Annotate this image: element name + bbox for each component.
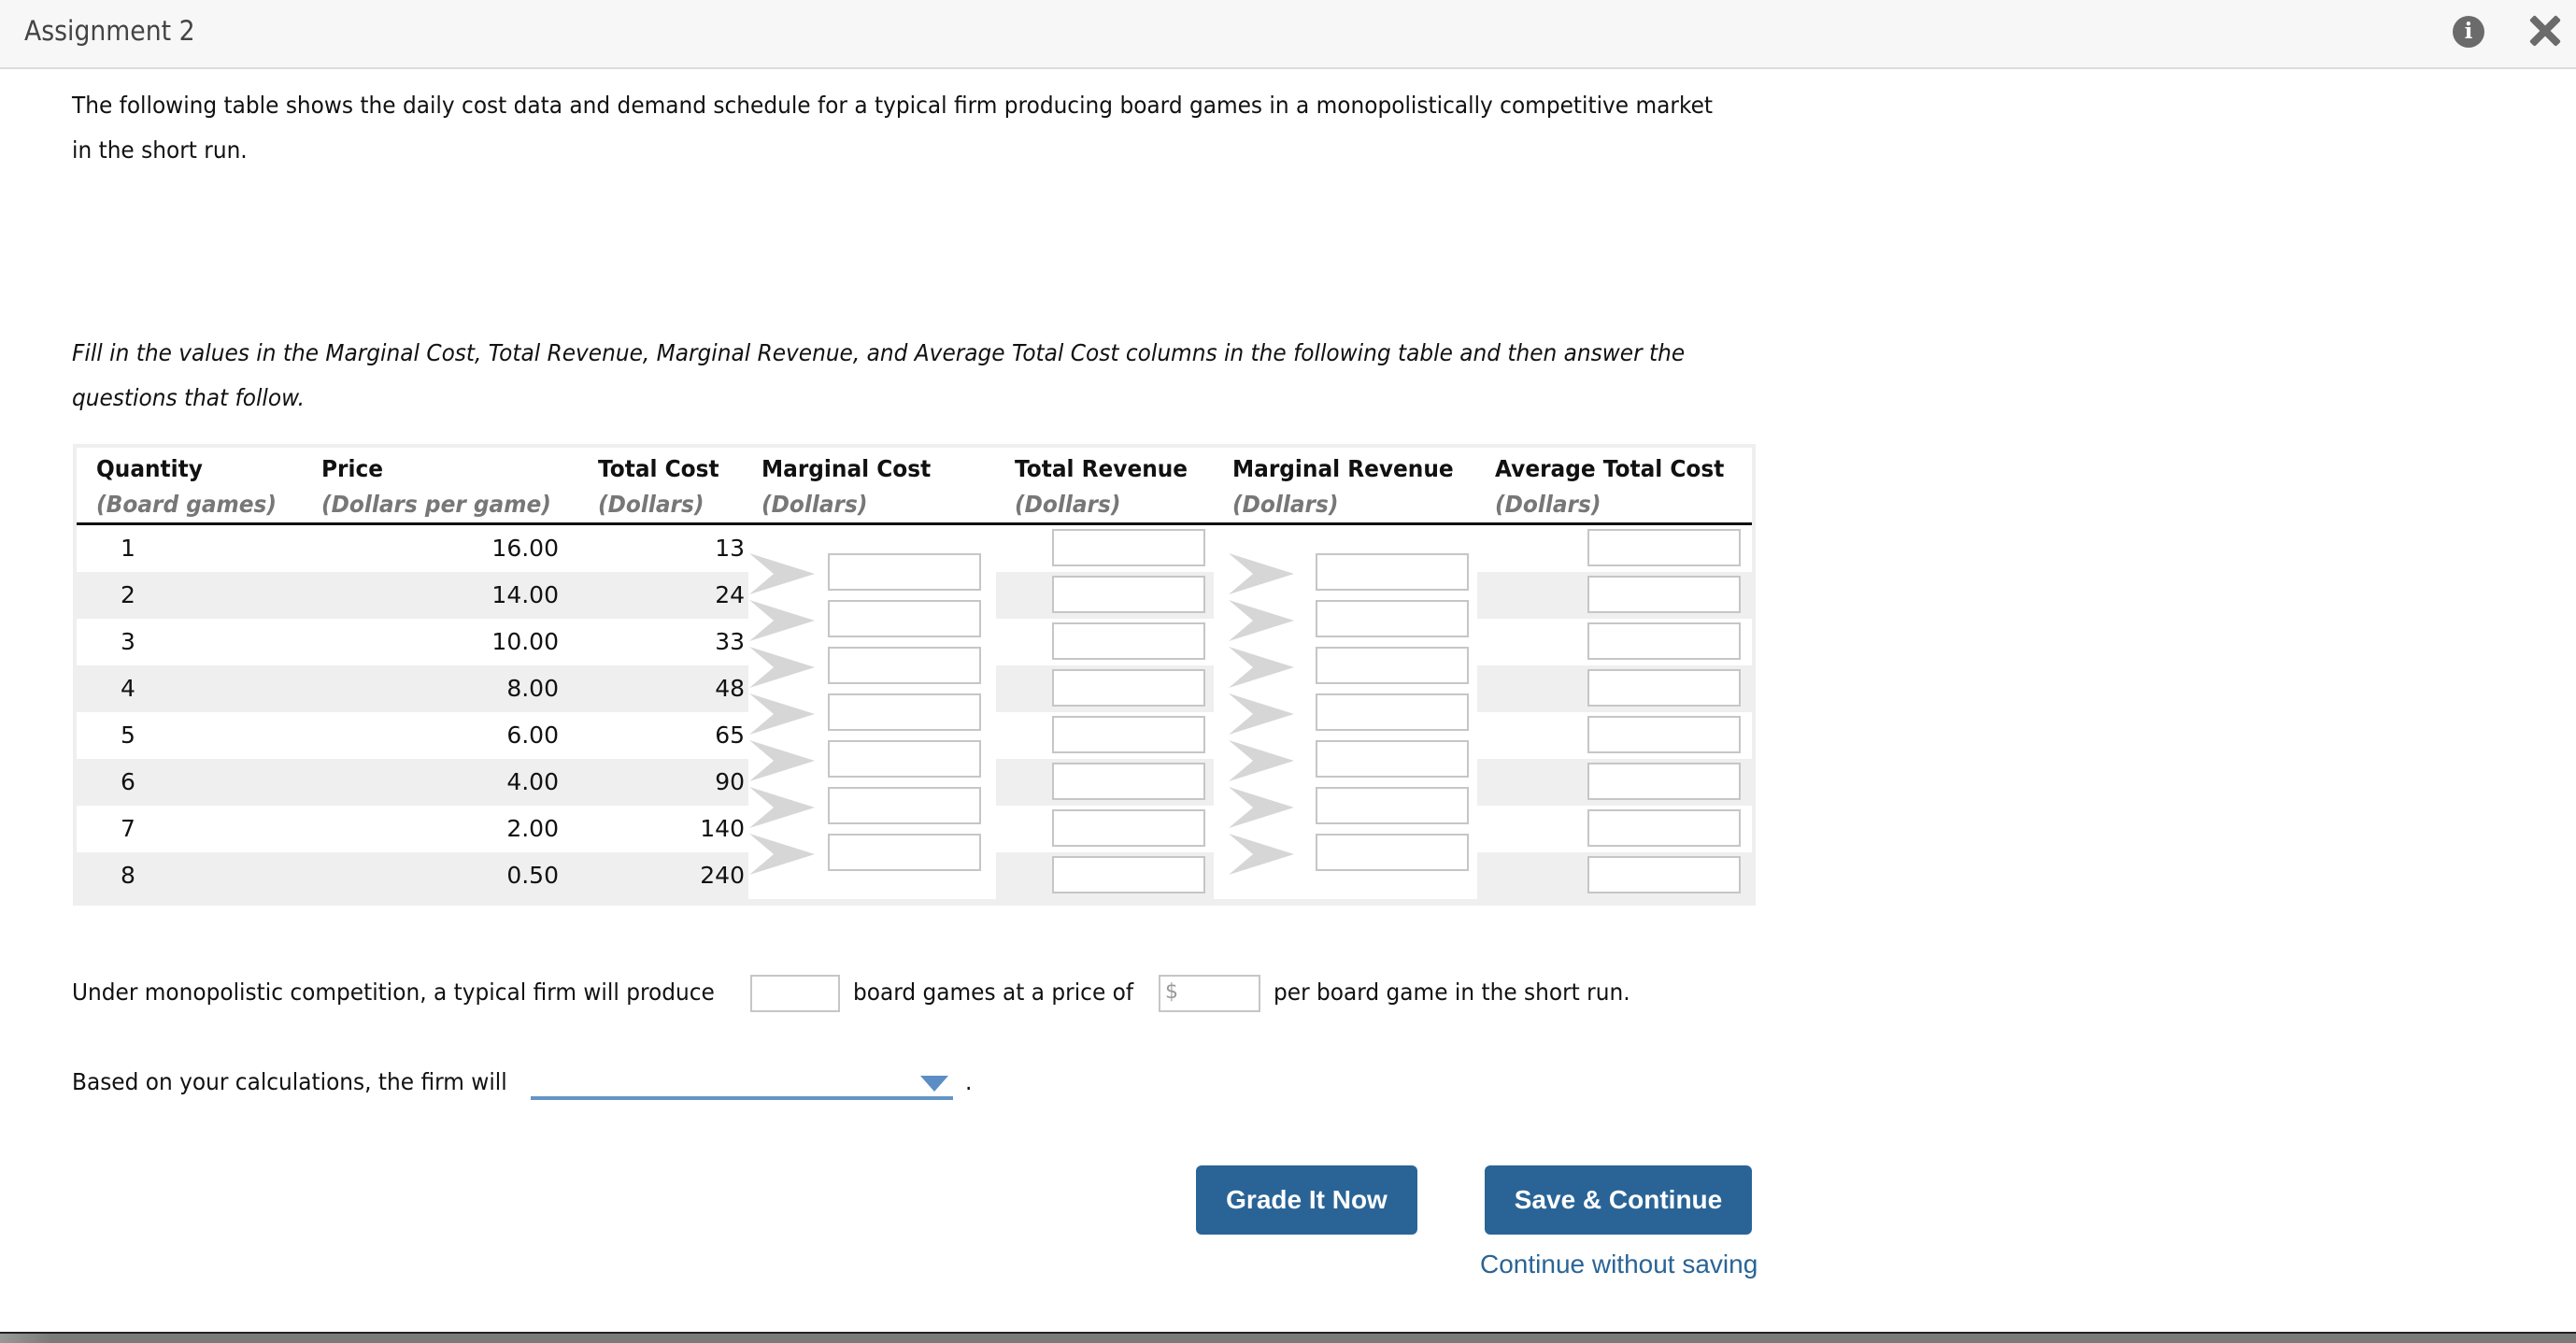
- info-icon[interactable]: i: [2453, 16, 2484, 48]
- price-cell: 6.00: [506, 722, 559, 749]
- average-total-cost-input[interactable]: [1587, 856, 1741, 893]
- question2-text: Based on your calculations, the firm wil…: [72, 1068, 507, 1095]
- grade-it-now-button[interactable]: Grade It Now: [1196, 1165, 1417, 1235]
- marginal-cost-input[interactable]: [828, 693, 981, 731]
- total-cost-cell: 240: [700, 862, 745, 889]
- marginal-revenue-input[interactable]: [1316, 553, 1469, 591]
- price-cell: 10.00: [491, 628, 559, 655]
- total-revenue-input[interactable]: [1052, 529, 1205, 566]
- column-header-marginal-cost: Marginal Cost (Dollars): [761, 455, 932, 518]
- close-icon[interactable]: [2527, 13, 2563, 49]
- quantity-cell: 1: [121, 535, 135, 562]
- chevron-right-icon: [749, 600, 815, 641]
- chevron-down-icon: [920, 1076, 948, 1092]
- question1-part2: board games at a price of: [853, 979, 1134, 1006]
- average-total-cost-input[interactable]: [1587, 809, 1741, 847]
- modal-bottom-edge: [0, 1332, 2576, 1343]
- cost-revenue-table: Quantity (Board games) Price (Dollars per …: [73, 444, 1756, 906]
- assignment-title: Assignment 2: [24, 15, 195, 47]
- total-revenue-input[interactable]: [1052, 716, 1205, 753]
- marginal-revenue-input[interactable]: [1316, 740, 1469, 778]
- marginal-revenue-input[interactable]: [1316, 647, 1469, 684]
- marginal-cost-input[interactable]: [828, 647, 981, 684]
- continue-without-saving-link[interactable]: Continue without saving: [1480, 1250, 1758, 1279]
- quantity-cell: 8: [121, 862, 135, 889]
- marginal-cost-input[interactable]: [828, 553, 981, 591]
- average-total-cost-input[interactable]: [1587, 669, 1741, 707]
- price-cell: 4.00: [506, 768, 559, 795]
- modal-header: Assignment 2 i: [0, 0, 2576, 69]
- question2-end: .: [965, 1068, 973, 1095]
- instructions-line-2: questions that follow.: [72, 384, 306, 411]
- column-header-marginal-revenue: Marginal Revenue (Dollars): [1232, 455, 1454, 518]
- chevron-right-icon: [749, 693, 815, 735]
- quantity-cell: 4: [121, 675, 135, 702]
- firm-outcome-dropdown[interactable]: [531, 1070, 953, 1100]
- marginal-cost-input[interactable]: [828, 787, 981, 824]
- average-total-cost-input[interactable]: [1587, 622, 1741, 660]
- average-total-cost-input[interactable]: [1587, 763, 1741, 800]
- marginal-revenue-input[interactable]: [1316, 693, 1469, 731]
- chevron-right-icon: [749, 740, 815, 781]
- average-total-cost-input[interactable]: [1587, 529, 1741, 566]
- total-revenue-input[interactable]: [1052, 576, 1205, 613]
- chevron-right-icon: [1229, 647, 1294, 688]
- price-cell: 0.50: [506, 862, 559, 889]
- chevron-right-icon: [749, 834, 815, 875]
- total-cost-cell: 33: [715, 628, 745, 655]
- chevron-right-icon: [1229, 787, 1294, 828]
- intro-line-1: The following table shows the daily cost…: [72, 92, 1714, 119]
- average-total-cost-input[interactable]: [1587, 576, 1741, 613]
- column-header-price: Price (Dollars per game): [321, 455, 551, 518]
- quantity-cell: 7: [121, 815, 135, 842]
- chevron-right-icon: [749, 647, 815, 688]
- quantity-cell: 6: [121, 768, 135, 795]
- question1-part1: Under monopolistic competition, a typica…: [72, 979, 715, 1006]
- total-cost-cell: 13: [715, 535, 745, 562]
- total-cost-cell: 48: [715, 675, 745, 702]
- quantity-cell: 5: [121, 722, 135, 749]
- intro-line-2: in the short run.: [72, 136, 248, 164]
- marginal-revenue-input[interactable]: [1316, 600, 1469, 637]
- total-cost-cell: 90: [715, 768, 745, 795]
- chevron-right-icon: [1229, 600, 1294, 641]
- marginal-cost-input[interactable]: [828, 600, 981, 637]
- price-cell: 8.00: [506, 675, 559, 702]
- chevron-right-icon: [1229, 834, 1294, 875]
- total-cost-cell: 24: [715, 581, 745, 608]
- chevron-right-icon: [1229, 553, 1294, 594]
- instructions-line-1: Fill in the values in the Marginal Cost,…: [72, 339, 1686, 366]
- dollar-prefix: $: [1165, 980, 1178, 1004]
- total-revenue-input[interactable]: [1052, 856, 1205, 893]
- chevron-right-icon: [749, 787, 815, 828]
- marginal-revenue-input[interactable]: [1316, 834, 1469, 871]
- price-answer-input[interactable]: $: [1159, 975, 1260, 1012]
- marginal-revenue-input[interactable]: [1316, 787, 1469, 824]
- total-revenue-input[interactable]: [1052, 763, 1205, 800]
- price-cell: 16.00: [491, 535, 559, 562]
- marginal-cost-input[interactable]: [828, 834, 981, 871]
- total-cost-cell: 140: [700, 815, 745, 842]
- chevron-right-icon: [749, 553, 815, 594]
- column-header-average-total-cost: Average Total Cost (Dollars): [1495, 455, 1725, 518]
- total-cost-cell: 65: [715, 722, 745, 749]
- quantity-answer-input[interactable]: [750, 975, 840, 1012]
- table-header: Quantity (Board games) Price (Dollars per …: [77, 448, 1752, 525]
- question1-part3: per board game in the short run.: [1274, 979, 1630, 1006]
- total-revenue-input[interactable]: [1052, 669, 1205, 707]
- quantity-cell: 3: [121, 628, 135, 655]
- price-cell: 2.00: [506, 815, 559, 842]
- chevron-right-icon: [1229, 693, 1294, 735]
- column-header-quantity: Quantity (Board games): [96, 455, 278, 518]
- save-continue-button[interactable]: Save & Continue: [1485, 1165, 1752, 1235]
- price-cell: 14.00: [491, 581, 559, 608]
- marginal-cost-input[interactable]: [828, 740, 981, 778]
- total-revenue-input[interactable]: [1052, 622, 1205, 660]
- column-header-total-revenue: Total Revenue (Dollars): [1015, 455, 1188, 518]
- column-header-total-cost: Total Cost (Dollars): [598, 455, 719, 518]
- quantity-cell: 2: [121, 581, 135, 608]
- chevron-right-icon: [1229, 740, 1294, 781]
- average-total-cost-input[interactable]: [1587, 716, 1741, 753]
- total-revenue-input[interactable]: [1052, 809, 1205, 847]
